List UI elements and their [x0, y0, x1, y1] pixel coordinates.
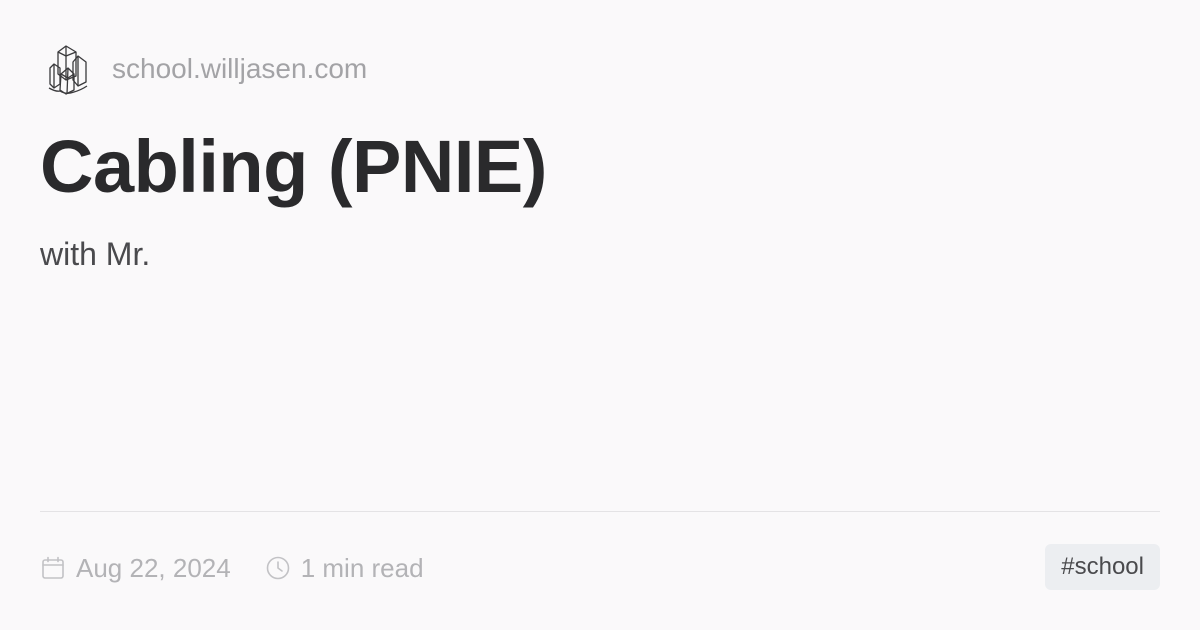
site-name[interactable]: school.willjasen.com	[112, 55, 367, 83]
crystal-icon	[48, 45, 88, 95]
read-time-text: 1 min read	[300, 552, 424, 583]
post-date-text: Aug 22, 2024	[76, 552, 231, 583]
post-subtitle: with Mr.	[40, 236, 151, 272]
site-header: school.willjasen.com	[46, 42, 367, 96]
tag-school[interactable]: #school	[1045, 544, 1160, 590]
calendar-icon	[42, 556, 64, 579]
clock-icon	[266, 556, 290, 580]
social-preview-card: school.willjasen.com Cabling (PNIE) with…	[0, 0, 1200, 630]
post-title: Cabling (PNIE)	[40, 125, 547, 208]
read-time: 1 min read	[265, 553, 424, 584]
post-meta: Aug 22, 2024 1 min read	[40, 548, 458, 588]
divider	[40, 511, 1160, 512]
post-date: Aug 22, 2024	[40, 553, 231, 584]
